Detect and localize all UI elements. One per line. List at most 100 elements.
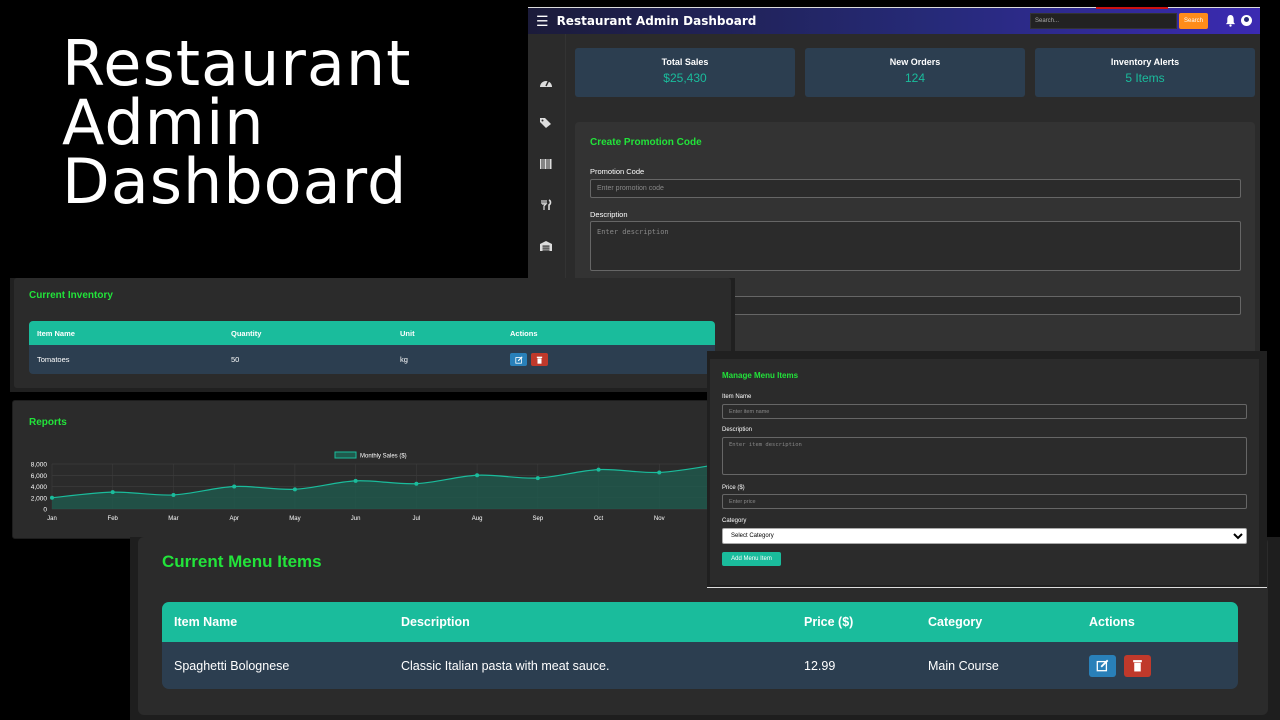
data-point: [353, 478, 358, 483]
legend-swatch: [334, 451, 357, 459]
x-tick-label: Feb: [108, 516, 119, 522]
bell-icon[interactable]: [1225, 14, 1236, 27]
row-actions: [510, 353, 715, 366]
promotion-code-label: Promotion Code: [590, 167, 645, 176]
utensils-icon[interactable]: [539, 199, 553, 211]
user-account-icon[interactable]: [1241, 15, 1252, 26]
x-tick-label: May: [289, 516, 300, 522]
data-point: [657, 470, 662, 475]
inventory-unit: kg: [400, 355, 408, 364]
add-menu-item-button[interactable]: Add Menu Item: [722, 552, 781, 566]
search-input[interactable]: Search...: [1030, 13, 1177, 29]
x-tick-label: Nov: [654, 516, 665, 522]
edit-button[interactable]: [1089, 654, 1116, 677]
x-tick-label: Jan: [47, 516, 57, 522]
menu-item-name: Spaghetti Bolognese: [174, 658, 290, 673]
y-tick-label: 4,000: [31, 484, 48, 491]
promotion-description-label: Description: [590, 210, 628, 219]
data-point: [171, 492, 176, 497]
x-tick-label: Mar: [168, 516, 178, 522]
price-label: Price ($): [722, 485, 745, 491]
data-point: [414, 481, 419, 486]
delete-button[interactable]: [531, 353, 548, 366]
table-row: Tomatoes 50 kg: [29, 345, 715, 374]
menu-item-description: Classic Italian pasta with meat sauce.: [401, 658, 610, 673]
legend-label: Monthly Sales ($): [360, 454, 407, 460]
stat-card-total-sales: Total Sales $25,430: [575, 48, 795, 97]
menu-table: Item Name Description Price ($) Category…: [162, 602, 1238, 689]
stat-title: Total Sales: [661, 57, 709, 67]
manage-menu-title: Manage Menu Items: [722, 371, 799, 380]
slide: Restaurant Admin Dashboard ☰ Restaurant …: [0, 0, 1280, 720]
edit-icon: [514, 355, 523, 364]
stat-value: $25,430: [663, 71, 707, 85]
data-point: [110, 490, 115, 495]
table-row: Spaghetti Bolognese Classic Italian past…: [162, 642, 1238, 689]
reports-card: Reports 0 2,000 4,000 6,000 8,000 Jan Feb Mar Ap…: [12, 400, 732, 539]
inventory-panel: Current Inventory Item Name Quantity Uni…: [10, 278, 735, 392]
y-tick-label: 2,000: [31, 495, 48, 502]
category-label: Category: [722, 518, 747, 524]
x-tick-label: Sep: [532, 516, 543, 522]
hero-title: Restaurant Admin Dashboard: [62, 33, 411, 218]
item-description-textarea[interactable]: Enter item description: [722, 437, 1247, 475]
sales-chart: 0 2,000 4,000 6,000 8,000 Jan Feb Mar Apr May Jun J…: [31, 451, 724, 522]
stat-title: New Orders: [889, 57, 941, 67]
data-point: [232, 484, 237, 489]
data-point: [596, 467, 601, 472]
menu-table-header: Item Name Description Price ($) Category…: [162, 602, 1238, 642]
tags-icon[interactable]: [539, 117, 553, 129]
stat-card-new-orders: New Orders 124: [805, 48, 1025, 97]
stat-card-inventory-alerts: Inventory Alerts 5 Items: [1035, 48, 1255, 97]
promotion-description-textarea[interactable]: Enter description: [590, 221, 1241, 271]
item-name-input[interactable]: Enter item name: [722, 404, 1247, 419]
inventory-table: Item Name Quantity Unit Actions Tomatoes…: [29, 321, 715, 374]
delete-button[interactable]: [1124, 654, 1151, 677]
search-button[interactable]: Search: [1179, 13, 1208, 29]
hamburger-menu-icon[interactable]: ☰: [536, 13, 549, 30]
column-header: Actions: [510, 328, 538, 338]
promotion-code-input[interactable]: Enter promotion code: [590, 179, 1241, 198]
column-header: Quantity: [231, 328, 262, 338]
x-tick-label: Jul: [413, 516, 421, 522]
barcode-icon[interactable]: [539, 158, 553, 170]
trash-icon: [536, 356, 543, 364]
hero-title-line3: Dashboard: [62, 145, 408, 218]
x-tick-label: Oct: [594, 516, 604, 522]
data-point: [475, 473, 480, 478]
column-header: Description: [401, 615, 470, 629]
item-description-label: Description: [722, 427, 753, 433]
stat-value: 124: [904, 71, 926, 85]
y-tick-label: 8,000: [31, 462, 48, 469]
price-input[interactable]: Enter price: [722, 494, 1247, 509]
inventory-title: Current Inventory: [29, 290, 113, 301]
stat-value: 5 Items: [1125, 71, 1165, 85]
menu-item-price: 12.99: [804, 658, 836, 673]
dashboard-icon[interactable]: [539, 76, 553, 88]
hero-title-line2: Admin: [62, 86, 265, 159]
manage-menu-panel: Manage Menu Items Item Name Enter item n…: [707, 351, 1267, 588]
data-point: [535, 476, 540, 481]
column-header: Item Name: [37, 328, 75, 338]
x-tick-label: Jun: [351, 516, 361, 522]
data-point: [50, 495, 54, 500]
red-accent-bar: [1096, 7, 1168, 9]
data-point: [292, 487, 297, 492]
column-header: Actions: [1089, 615, 1135, 629]
menu-items-title: Current Menu Items: [162, 552, 322, 571]
column-header: Category: [928, 615, 983, 629]
stats-row: Total Sales $25,430 New Orders 124 Inven…: [575, 48, 1255, 97]
x-tick-label: Apr: [230, 516, 239, 522]
item-name-label: Item Name: [722, 394, 752, 400]
inventory-quantity: 50: [231, 355, 240, 364]
category-select[interactable]: Select Category: [722, 528, 1247, 544]
warehouse-icon[interactable]: [539, 240, 553, 252]
trash-icon: [1133, 660, 1142, 672]
edit-button[interactable]: [510, 353, 527, 366]
edit-icon: [1096, 659, 1109, 672]
app-title: Restaurant Admin Dashboard: [556, 14, 757, 28]
inventory-card: Current Inventory Item Name Quantity Uni…: [14, 278, 731, 388]
x-tick-label: Aug: [472, 516, 483, 522]
column-header: Unit: [400, 328, 415, 338]
manage-menu-card: Manage Menu Items Item Name Enter item n…: [710, 359, 1259, 585]
